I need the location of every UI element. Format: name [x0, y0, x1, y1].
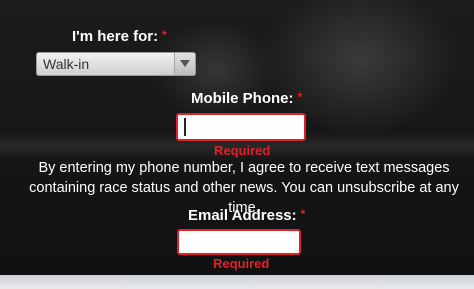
visit-type-label: I'm here for: *: [72, 28, 167, 45]
visit-type-selected-value: Walk-in: [43, 56, 90, 72]
mobile-phone-input[interactable]: [176, 113, 306, 141]
visit-type-label-text: I'm here for:: [72, 28, 159, 45]
email-address-label-text: Email Address:: [188, 207, 297, 224]
screen-bezel: [0, 275, 474, 289]
chevron-down-icon: [180, 60, 190, 67]
visit-type-select[interactable]: Walk-in: [36, 52, 196, 76]
mobile-phone-error: Required: [214, 143, 271, 158]
required-asterisk: *: [300, 207, 306, 221]
mobile-phone-label-text: Mobile Phone:: [191, 90, 294, 107]
required-asterisk: *: [162, 28, 167, 42]
required-asterisk: *: [297, 90, 303, 104]
email-address-error: Required: [213, 256, 270, 271]
email-address-input[interactable]: [177, 229, 301, 255]
text-cursor: [184, 118, 186, 136]
email-address-label: Email Address: *: [188, 207, 305, 224]
select-arrow-button[interactable]: [174, 53, 195, 75]
mobile-phone-label: Mobile Phone: *: [191, 90, 302, 107]
